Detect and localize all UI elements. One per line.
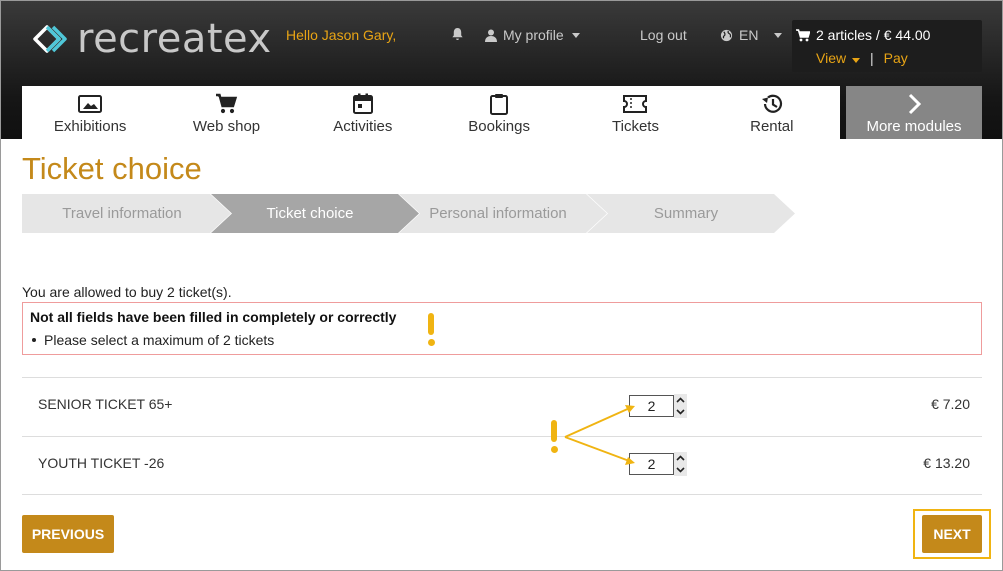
page-title: Ticket choice [22,151,202,186]
divider [22,436,982,437]
globe-icon [720,29,733,41]
ticket-name: YOUTH TICKET -26 [38,455,165,471]
image-icon [78,95,103,113]
cart-icon [216,93,238,114]
chevron-down-icon[interactable] [676,409,685,415]
cart-pay-button[interactable]: Pay [884,50,908,66]
warning-exclamation-icon [551,420,558,453]
logo[interactable]: recreatex [31,19,272,59]
my-profile-label: My profile [503,27,564,43]
error-box: Not all fields have been filled in compl… [22,302,982,355]
notifications-button[interactable] [451,27,464,41]
module-exhibitions[interactable]: Exhibitions [22,86,158,139]
senior-quantity-input[interactable] [629,395,674,417]
warning-exclamation-icon [428,313,435,346]
module-rental[interactable]: Rental [704,86,840,139]
chevron-down-icon[interactable] [676,467,685,473]
logo-text: recreatex [77,16,272,62]
ticket-price: € 13.20 [923,455,970,471]
module-nav: Exhibitions Web shop Activities Bookings… [22,86,840,139]
module-bookings[interactable]: Bookings [431,86,567,139]
logout-label: Log out [640,27,687,43]
cart-view-button[interactable]: View [816,50,860,66]
chevron-down-icon [851,58,860,63]
user-icon [485,29,497,42]
ticket-name: SENIOR TICKET 65+ [38,396,173,412]
step-personal-information: Personal information [429,205,567,222]
cart-icon [796,28,810,41]
error-item: Please select a maximum of 2 tickets [32,332,274,348]
cart-actions: View | Pay [816,50,908,66]
next-button[interactable]: NEXT [922,515,982,553]
youth-quantity-input[interactable] [629,453,674,475]
allowed-tickets-text: You are allowed to buy 2 ticket(s). [22,284,232,300]
history-icon [761,94,782,113]
logo-mark-icon [33,25,67,53]
cart-summary-text: 2 articles / € 44.00 [816,27,931,43]
step-travel-information: Travel information [62,205,182,222]
module-activities[interactable]: Activities [295,86,431,139]
bullet [32,338,36,342]
chevron-down-icon [774,32,783,38]
chevron-up-icon[interactable] [676,455,685,461]
module-web-shop[interactable]: Web shop [158,86,294,139]
divider [22,494,982,495]
calendar-icon [352,93,373,114]
error-title: Not all fields have been filled in compl… [30,309,397,325]
my-profile-menu[interactable]: My profile [485,27,580,43]
greeting: Hello Jason Gary, [286,27,397,43]
chevron-right-icon [908,93,922,115]
language-label: EN [739,27,759,43]
language-selector[interactable]: EN [720,27,783,43]
cart-separator: | [869,50,874,66]
divider [22,377,982,378]
module-tickets[interactable]: Tickets [567,86,703,139]
cart-summary: 2 articles / € 44.00 View | Pay [792,20,982,72]
progress-steps: Travel information Ticket choice Persona… [22,194,802,233]
logout-link[interactable]: Log out [640,27,687,43]
ticket-icon [623,95,648,113]
step-ticket-choice: Ticket choice [266,205,354,222]
chevron-up-icon[interactable] [676,397,685,403]
previous-button[interactable]: PREVIOUS [22,515,114,553]
page-frame: recreatex Hello Jason Gary, My profile L… [0,0,1003,571]
chevron-down-icon [571,32,580,38]
clipboard-icon [490,94,509,115]
ticket-price: € 7.20 [931,396,970,412]
senior-quantity-stepper[interactable] [674,394,687,418]
more-modules-button[interactable]: More modules [846,86,982,139]
step-summary: Summary [653,205,719,222]
youth-quantity-stepper[interactable] [674,452,687,476]
cart-link[interactable]: 2 articles / € 44.00 [796,27,930,43]
site-header: recreatex Hello Jason Gary, My profile L… [1,1,1002,139]
bell-icon [452,27,463,41]
